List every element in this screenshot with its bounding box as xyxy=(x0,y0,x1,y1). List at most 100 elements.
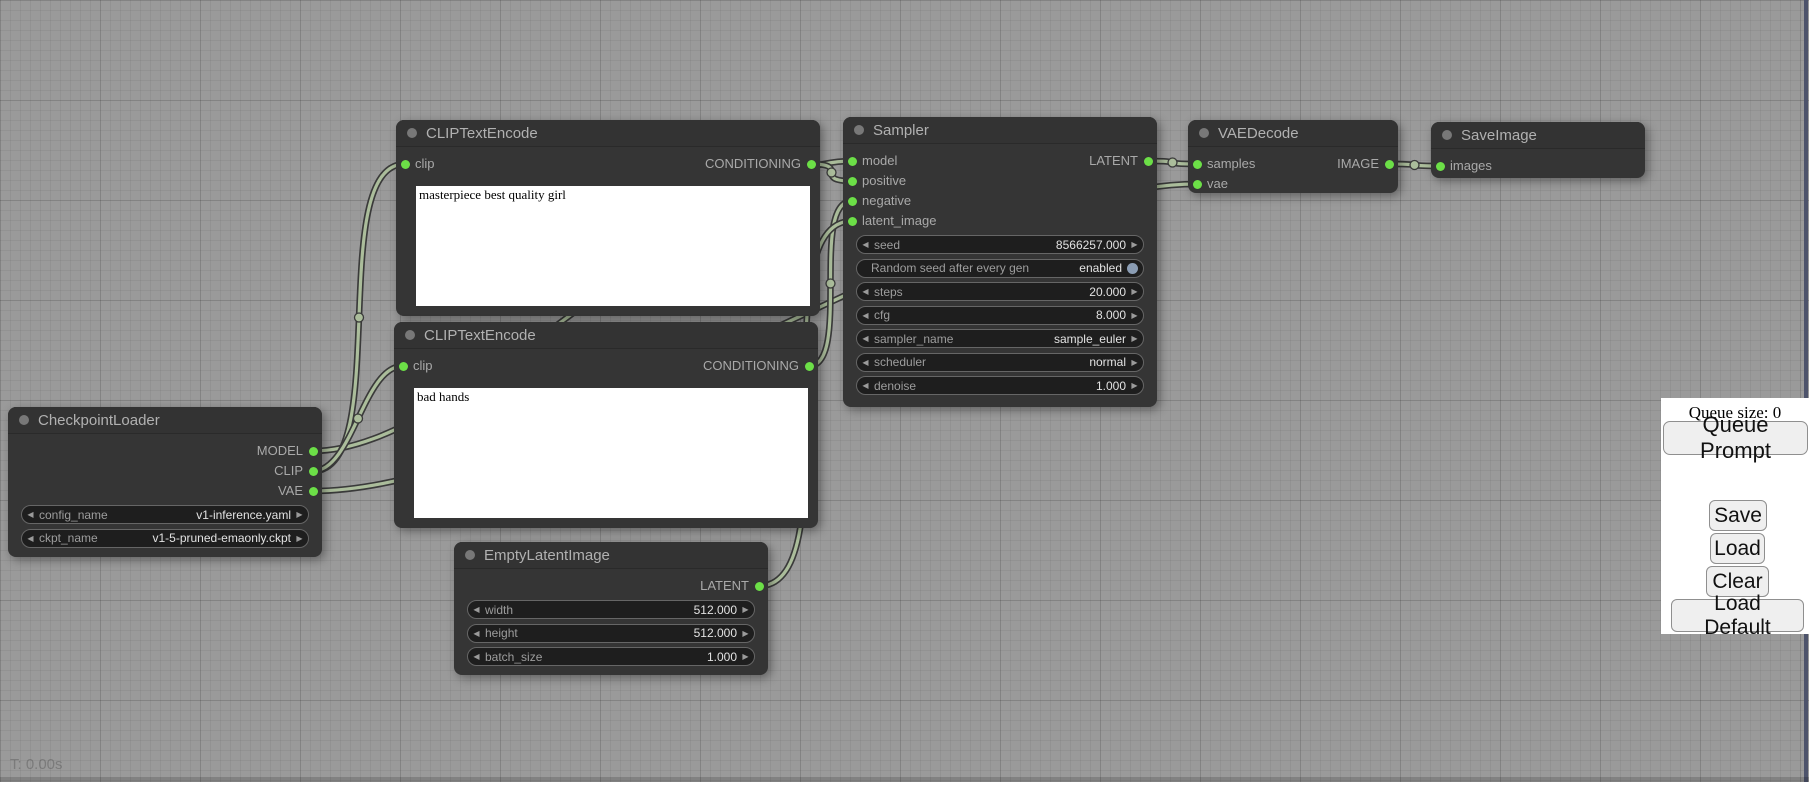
decrement-arrow-icon[interactable]: ◀ xyxy=(468,652,485,661)
toggle-dot[interactable] xyxy=(1127,263,1138,274)
widget-sampler-name[interactable]: ◀sampler_namesample_euler▶ xyxy=(856,329,1144,348)
node-checkpointloader[interactable]: CheckpointLoaderMODELCLIPVAE◀config_name… xyxy=(8,407,322,557)
widget-scheduler[interactable]: ◀schedulernormal▶ xyxy=(856,353,1144,372)
input-slot-model[interactable] xyxy=(848,157,857,166)
input-slot-label: positive xyxy=(862,173,906,189)
node-saveimage[interactable]: SaveImage images xyxy=(1431,122,1645,178)
decrement-arrow-icon[interactable]: ◀ xyxy=(857,334,874,343)
node-title-bar[interactable]: CheckpointLoader xyxy=(8,407,322,434)
widget-width[interactable]: ◀width512.000▶ xyxy=(467,600,755,619)
node-title-bar[interactable]: CLIPTextEncode xyxy=(394,322,818,349)
output-slot-latent[interactable] xyxy=(1144,157,1153,166)
output-slot-conditioning[interactable] xyxy=(805,362,814,371)
widget-steps[interactable]: ◀steps20.000▶ xyxy=(856,282,1144,301)
widget-value: sample_euler xyxy=(1054,332,1126,346)
node-title-bar[interactable]: Sampler xyxy=(843,117,1157,144)
widget-value: normal xyxy=(1089,355,1126,369)
load-button[interactable]: Load xyxy=(1710,533,1765,564)
output-slot-label: CLIP xyxy=(274,463,303,479)
widget-value: 8566257.000 xyxy=(1056,238,1126,252)
input-slot-clip[interactable] xyxy=(399,362,408,371)
increment-arrow-icon[interactable]: ▶ xyxy=(737,629,754,638)
link-midpoint-dot xyxy=(1168,158,1177,167)
input-slot-label: negative xyxy=(862,193,911,209)
output-slot-clip[interactable] xyxy=(309,467,318,476)
node-title: CLIPTextEncode xyxy=(424,327,536,344)
decrement-arrow-icon[interactable]: ◀ xyxy=(857,358,874,367)
output-slot-vae[interactable] xyxy=(309,487,318,496)
widget-value: 1.000 xyxy=(1096,379,1126,393)
output-slot-label: CONDITIONING xyxy=(705,156,801,172)
decrement-arrow-icon[interactable]: ◀ xyxy=(22,534,39,543)
collapse-dot-icon[interactable] xyxy=(854,125,864,135)
widget-batch-size[interactable]: ◀batch_size1.000▶ xyxy=(467,647,755,666)
collapse-dot-icon[interactable] xyxy=(407,128,417,138)
widget-value: enabled xyxy=(1079,261,1122,275)
node-title: Sampler xyxy=(873,122,929,139)
widget-random-seed-after-every-gen[interactable]: Random seed after every genenabled xyxy=(856,259,1144,278)
widget-label: denoise xyxy=(874,379,916,393)
widget-config-name[interactable]: ◀config_namev1-inference.yaml▶ xyxy=(21,505,309,524)
decrement-arrow-icon[interactable]: ◀ xyxy=(857,311,874,320)
decrement-arrow-icon[interactable]: ◀ xyxy=(857,287,874,296)
increment-arrow-icon[interactable]: ▶ xyxy=(1126,358,1143,367)
collapse-dot-icon[interactable] xyxy=(1442,130,1452,140)
output-slot-image[interactable] xyxy=(1385,160,1394,169)
node-sampler[interactable]: Samplermodelpositivenegativelatent_image… xyxy=(843,117,1157,407)
input-slot-negative[interactable] xyxy=(848,197,857,206)
increment-arrow-icon[interactable]: ▶ xyxy=(1126,311,1143,320)
decrement-arrow-icon[interactable]: ◀ xyxy=(22,510,39,519)
widget-ckpt-name[interactable]: ◀ckpt_namev1-5-pruned-emaonly.ckpt▶ xyxy=(21,529,309,548)
collapse-dot-icon[interactable] xyxy=(1199,128,1209,138)
widget-denoise[interactable]: ◀denoise 1.000▶ xyxy=(856,376,1144,395)
widget-height[interactable]: ◀height512.000▶ xyxy=(467,624,755,643)
output-slot-model[interactable] xyxy=(309,447,318,456)
node-cliptextencode[interactable]: CLIPTextEncodeclipCONDITIONINGbad hands xyxy=(394,322,818,528)
collapse-dot-icon[interactable] xyxy=(405,330,415,340)
decrement-arrow-icon[interactable]: ◀ xyxy=(468,629,485,638)
widget-seed[interactable]: ◀seed8566257.000▶ xyxy=(856,235,1144,254)
input-slot-positive[interactable] xyxy=(848,177,857,186)
decrement-arrow-icon[interactable]: ◀ xyxy=(857,381,874,390)
queue-prompt-button[interactable]: Queue Prompt xyxy=(1663,421,1808,455)
node-title: CLIPTextEncode xyxy=(426,125,538,142)
node-title-bar[interactable]: VAEDecode xyxy=(1188,120,1398,147)
prompt-textarea[interactable]: bad hands xyxy=(414,388,808,518)
widget-label: batch_size xyxy=(485,650,542,664)
widget-value: v1-inference.yaml xyxy=(196,508,291,522)
collapse-dot-icon[interactable] xyxy=(465,550,475,560)
increment-arrow-icon[interactable]: ▶ xyxy=(1126,240,1143,249)
increment-arrow-icon[interactable]: ▶ xyxy=(291,534,308,543)
widget-value: 20.000 xyxy=(1089,285,1126,299)
increment-arrow-icon[interactable]: ▶ xyxy=(1126,287,1143,296)
output-slot-latent[interactable] xyxy=(755,582,764,591)
input-slot-label: clip xyxy=(413,358,433,374)
input-slot-clip[interactable] xyxy=(401,160,410,169)
save-button[interactable]: Save xyxy=(1709,500,1767,531)
output-slot-label: VAE xyxy=(278,483,303,499)
node-title-bar[interactable]: SaveImage xyxy=(1431,122,1645,149)
increment-arrow-icon[interactable]: ▶ xyxy=(1126,381,1143,390)
input-slot-latent-image[interactable] xyxy=(848,217,857,226)
input-slot-samples[interactable] xyxy=(1193,160,1202,169)
collapse-dot-icon[interactable] xyxy=(19,415,29,425)
load-default-button[interactable]: Load Default xyxy=(1671,599,1804,632)
node-title-bar[interactable]: EmptyLatentImage xyxy=(454,542,768,569)
input-slot-vae[interactable] xyxy=(1193,180,1202,189)
output-slot-conditioning[interactable] xyxy=(807,160,816,169)
prompt-textarea[interactable]: masterpiece best quality girl xyxy=(416,186,810,306)
decrement-arrow-icon[interactable]: ◀ xyxy=(468,605,485,614)
decrement-arrow-icon[interactable]: ◀ xyxy=(857,240,874,249)
widget-cfg[interactable]: ◀cfg8.000▶ xyxy=(856,306,1144,325)
node-title-bar[interactable]: CLIPTextEncode xyxy=(396,120,820,147)
increment-arrow-icon[interactable]: ▶ xyxy=(1126,334,1143,343)
increment-arrow-icon[interactable]: ▶ xyxy=(737,605,754,614)
node-cliptextencode[interactable]: CLIPTextEncodeclipCONDITIONINGmasterpiec… xyxy=(396,120,820,316)
node-emptylatentimage[interactable]: EmptyLatentImageLATENT◀width512.000▶◀hei… xyxy=(454,542,768,675)
link-wire xyxy=(313,164,405,471)
input-slot-images[interactable] xyxy=(1436,162,1445,171)
increment-arrow-icon[interactable]: ▶ xyxy=(737,652,754,661)
increment-arrow-icon[interactable]: ▶ xyxy=(291,510,308,519)
input-slot-label: images xyxy=(1450,158,1492,174)
node-vaedecode[interactable]: VAEDecodesamplesvaeIMAGE xyxy=(1188,120,1398,193)
